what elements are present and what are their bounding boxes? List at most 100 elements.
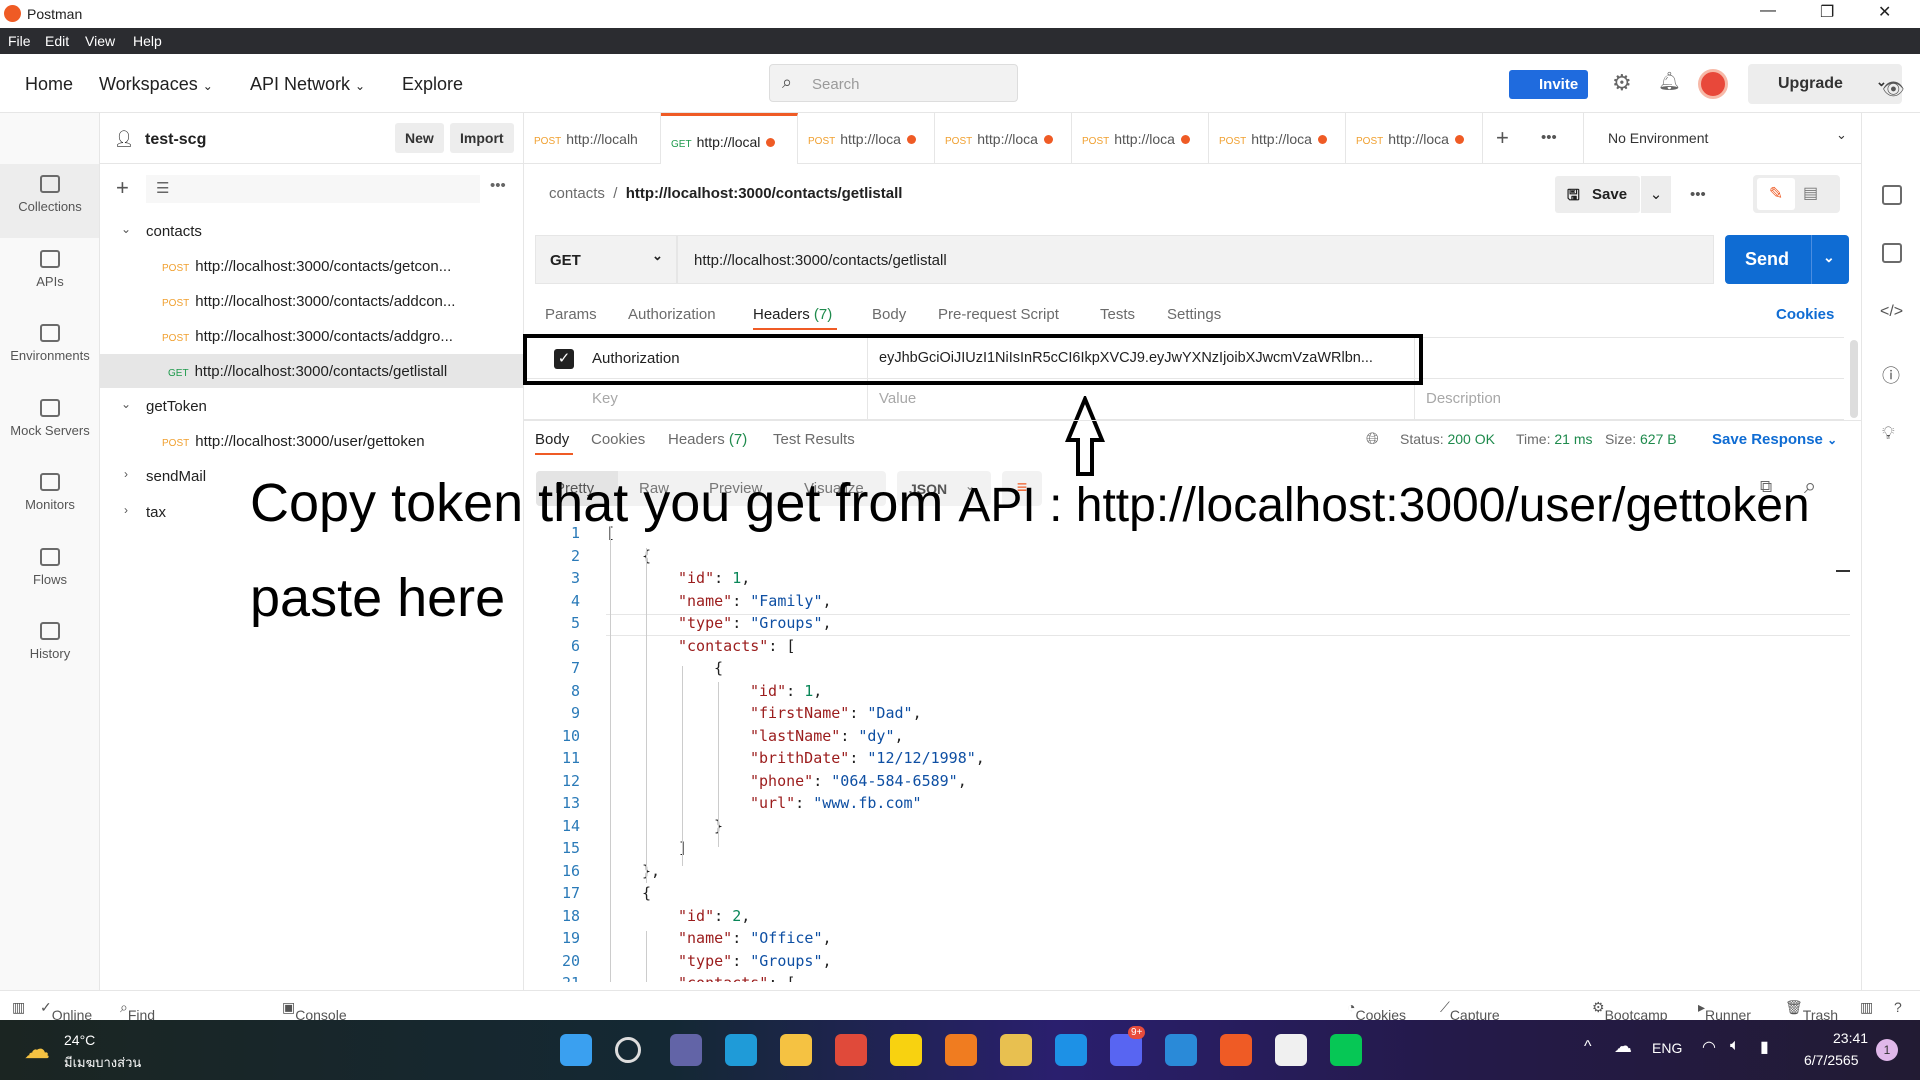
find-replace[interactable]: ⌕ Find and Replace xyxy=(120,999,179,1055)
lightbulb-icon[interactable]: 💡︎ xyxy=(1882,423,1895,444)
taskbar-postman-icon[interactable] xyxy=(1220,1034,1252,1066)
code-icon[interactable]: </> xyxy=(1880,303,1903,321)
two-pane-icon[interactable]: ▥ xyxy=(1860,999,1873,1016)
cookies-link[interactable]: Cookies xyxy=(1776,306,1834,323)
minimize-icon[interactable]: — xyxy=(1760,2,1776,20)
comments-icon[interactable] xyxy=(1882,243,1902,263)
environment-select[interactable]: No Environment ⌄ xyxy=(1583,113,1861,164)
weather-desc[interactable]: มีเมฆบางส่วน xyxy=(64,1052,141,1073)
request-tab[interactable]: POST http://loca xyxy=(1346,113,1483,164)
request-tab[interactable]: POST http://localh xyxy=(524,113,661,164)
taskbar-edge-icon[interactable] xyxy=(725,1034,757,1066)
documentation-icon[interactable] xyxy=(1882,185,1902,205)
request-tab[interactable]: POST http://loca xyxy=(1072,113,1209,164)
chevron-right-icon[interactable]: › xyxy=(116,503,136,517)
response-tab-cookies[interactable]: Cookies xyxy=(591,431,645,448)
weather-temp[interactable]: 24°C xyxy=(64,1032,95,1048)
tree-request[interactable]: POST http://localhost:3000/contacts/getco… xyxy=(100,249,524,283)
nav-api-network[interactable]: API Network ⌄ xyxy=(250,74,365,95)
wifi-icon[interactable]: ◠ xyxy=(1702,1037,1716,1057)
sidebar-item-monitors[interactable]: Monitors xyxy=(0,463,100,537)
tab-settings[interactable]: Settings xyxy=(1167,306,1221,323)
chevron-down-icon[interactable]: ⌄ xyxy=(116,397,136,411)
capture-requests[interactable]: ⟋ Capture requests xyxy=(1440,999,1504,1039)
show-hidden-icons-icon[interactable]: ^ xyxy=(1584,1038,1592,1056)
save-options-chevron-icon[interactable]: ⌄ xyxy=(1641,176,1671,213)
toggle-sidebar-icon[interactable]: ▥ xyxy=(12,999,25,1016)
request-tab[interactable]: POST http://loca xyxy=(798,113,935,164)
taskbar-file-explorer-icon[interactable] xyxy=(780,1034,812,1066)
online-status[interactable]: ✓ Online xyxy=(40,999,92,1023)
sidebar-item-collections[interactable]: Collections xyxy=(0,165,100,239)
more-options-icon[interactable]: ••• xyxy=(490,177,506,194)
taskbar-start-icon[interactable] xyxy=(560,1034,592,1066)
invite-button[interactable]: Invite xyxy=(1509,70,1588,99)
tree-folder[interactable]: ⌄ getToken xyxy=(100,389,524,423)
tab-authorization[interactable]: Authorization xyxy=(628,306,716,323)
nav-workspaces[interactable]: Workspaces ⌄ xyxy=(99,74,213,95)
url-input[interactable]: http://localhost:3000/contacts/getlistal… xyxy=(677,235,1714,284)
save-button[interactable]: 🖫 Save xyxy=(1555,176,1640,213)
sidebar-item-environments[interactable]: Environments xyxy=(0,314,100,388)
menu-edit[interactable]: Edit xyxy=(45,33,69,49)
sidebar-item-mock-servers[interactable]: Mock Servers xyxy=(0,389,100,463)
tree-request[interactable]: POST http://localhost:3000/contacts/addco… xyxy=(100,284,524,318)
tab-headers[interactable]: Headers (7) xyxy=(753,306,832,323)
tab-tests[interactable]: Tests xyxy=(1100,306,1135,323)
request-more-icon[interactable]: ••• xyxy=(1690,186,1706,203)
battery-icon[interactable]: ▮ xyxy=(1760,1037,1769,1057)
taskbar-teams-icon[interactable] xyxy=(670,1034,702,1066)
trash[interactable]: 🗑︎ Trash xyxy=(1785,999,1838,1023)
taskbar-app-yellow-icon[interactable] xyxy=(1000,1034,1032,1066)
send-button[interactable]: Send ⌄ xyxy=(1725,235,1849,284)
taskbar-xampp-icon[interactable] xyxy=(945,1034,977,1066)
scrollbar[interactable] xyxy=(1850,340,1858,418)
settings-gear-icon[interactable]: ⚙ xyxy=(1612,70,1632,96)
tab-overflow-icon[interactable]: ••• xyxy=(1541,129,1557,146)
clock-date[interactable]: 6/7/2565 xyxy=(1804,1052,1859,1068)
tab-body[interactable]: Body xyxy=(872,306,906,323)
tree-folder[interactable]: ⌄ contacts xyxy=(100,214,524,248)
chevron-down-icon[interactable]: ⌄ xyxy=(1823,249,1835,266)
close-icon[interactable]: ✕ xyxy=(1878,2,1891,22)
taskbar-chrome-icon[interactable] xyxy=(835,1034,867,1066)
menu-view[interactable]: View xyxy=(85,33,115,49)
request-tab[interactable]: POST http://loca xyxy=(935,113,1072,164)
console[interactable]: ▣ Console xyxy=(282,999,347,1023)
breadcrumb-parent[interactable]: contacts xyxy=(549,185,605,202)
taskbar-docker-icon[interactable] xyxy=(1055,1034,1087,1066)
response-tab-headers[interactable]: Headers (7) xyxy=(668,431,747,448)
taskbar-vscode-icon[interactable] xyxy=(1165,1034,1197,1066)
value-placeholder[interactable]: Value xyxy=(879,390,916,407)
sidebar-item-flows[interactable]: Flows xyxy=(0,538,100,612)
help-icon[interactable]: ? xyxy=(1894,999,1902,1015)
description-placeholder[interactable]: Description xyxy=(1426,390,1501,407)
tree-request[interactable]: POST http://localhost:3000/user/gettoken xyxy=(100,424,524,458)
request-tab[interactable]: GET http://local xyxy=(661,113,798,164)
nav-home[interactable]: Home xyxy=(25,74,73,95)
search-input[interactable]: ⌕ Search xyxy=(769,64,1018,102)
taskbar-discord-icon[interactable]: 9+ xyxy=(1110,1026,1146,1066)
response-tab-body[interactable]: Body xyxy=(535,431,569,448)
cookies-status[interactable]: ◔ Cookies xyxy=(1347,999,1406,1023)
add-collection-icon[interactable]: + xyxy=(116,175,129,201)
tree-request[interactable]: GET http://localhost:3000/contacts/getlis… xyxy=(100,354,524,388)
tree-request[interactable]: POST http://localhost:3000/contacts/addgr… xyxy=(100,319,524,353)
response-body-code[interactable]: 1[2{3"id": 1,4"name": "Family",5"type": … xyxy=(560,524,1850,982)
comment-icon[interactable]: ▤ xyxy=(1803,183,1818,203)
bootcamp[interactable]: ⚙ Bootcamp xyxy=(1592,999,1668,1023)
menu-file[interactable]: File xyxy=(8,33,31,49)
response-tab-test-results[interactable]: Test Results xyxy=(773,431,855,448)
chevron-down-icon[interactable]: ⌄ xyxy=(116,222,136,236)
runner[interactable]: ▸ Runner xyxy=(1698,999,1751,1023)
clock-time[interactable]: 23:41 xyxy=(1833,1030,1868,1046)
sidebar-item-history[interactable]: History xyxy=(0,612,100,686)
upgrade-button[interactable]: Upgrade ⌄ xyxy=(1748,64,1902,104)
method-select[interactable]: GET ⌄ xyxy=(535,235,677,284)
nav-explore[interactable]: Explore xyxy=(402,74,463,95)
tab-params[interactable]: Params xyxy=(545,306,597,323)
restore-icon[interactable]: ❐ xyxy=(1820,2,1834,22)
import-button[interactable]: Import xyxy=(450,123,514,153)
edit-pencil-icon[interactable]: ✎ xyxy=(1757,178,1795,210)
sidebar-item-apis[interactable]: APIs xyxy=(0,240,100,314)
